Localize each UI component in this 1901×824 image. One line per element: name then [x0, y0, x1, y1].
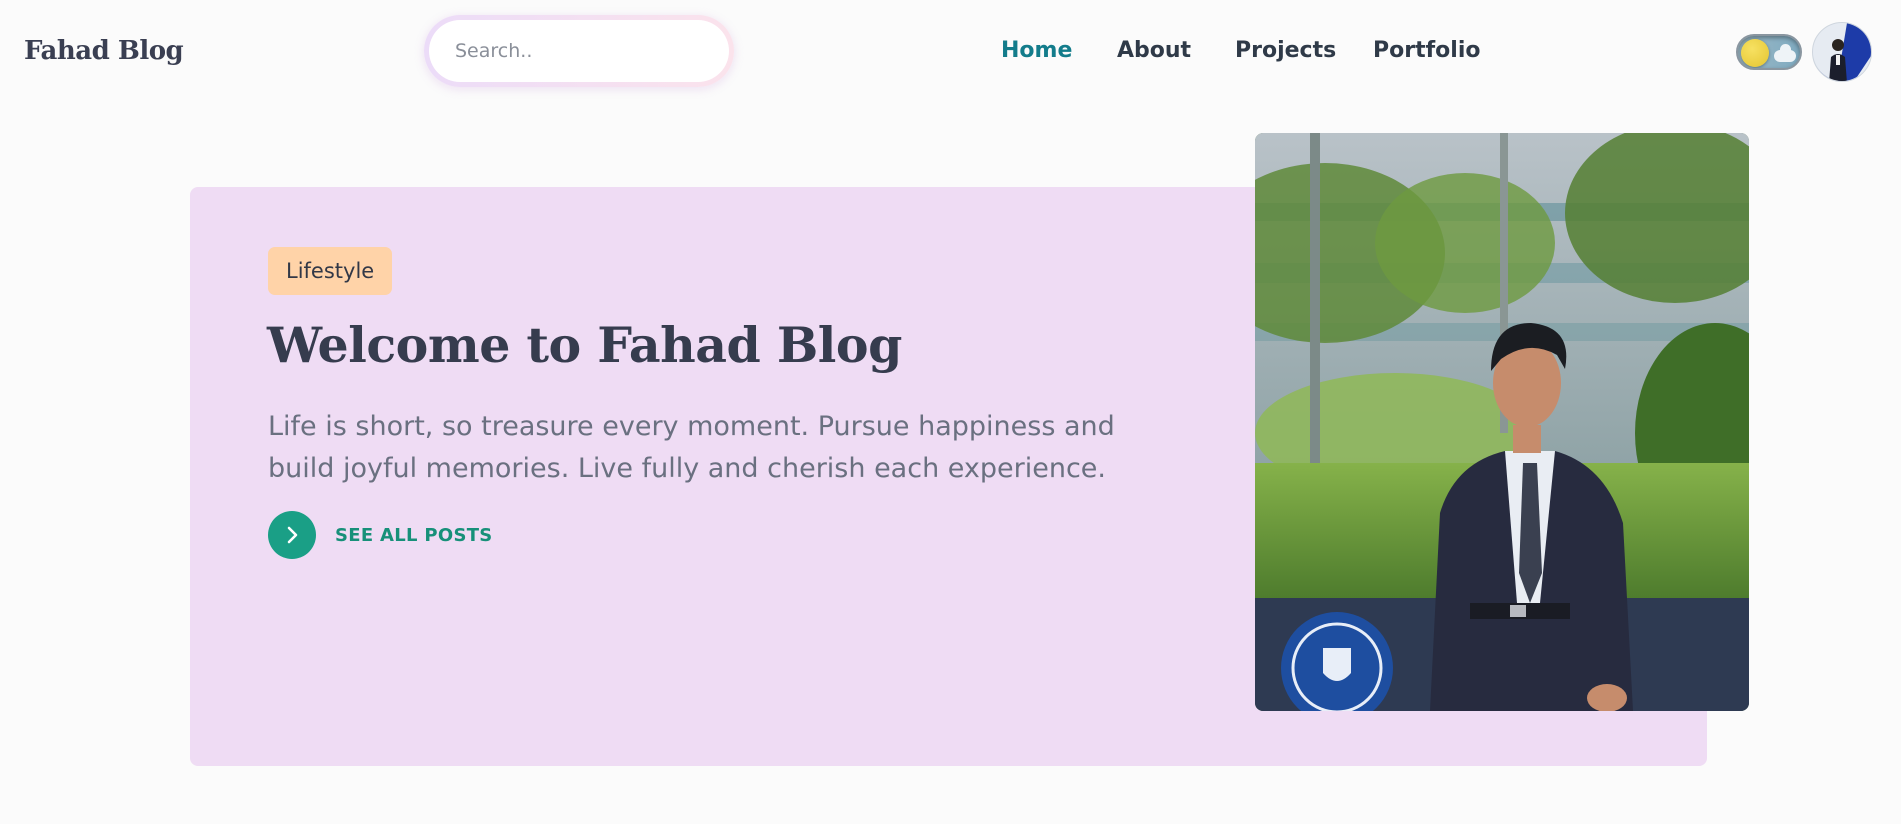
category-badge[interactable]: Lifestyle: [268, 247, 393, 295]
cta-label: SEE ALL POSTS: [335, 524, 493, 546]
chevron-right-icon: [287, 526, 298, 544]
nav-link-portfolio[interactable]: Portfolio: [1373, 38, 1481, 63]
photo-illustration: [1255, 133, 1749, 711]
nav-link-projects[interactable]: Projects: [1235, 38, 1336, 63]
nav-link-home[interactable]: Home: [1001, 38, 1072, 63]
theme-toggle[interactable]: [1736, 34, 1802, 70]
main-nav: Home About Projects Portfolio: [0, 38, 1901, 72]
cloud-icon: [1774, 44, 1796, 62]
cta-circle: [268, 511, 316, 559]
see-all-posts-button[interactable]: SEE ALL POSTS: [268, 511, 493, 559]
sun-icon: [1741, 39, 1769, 67]
hero-description: Life is short, so treasure every moment.…: [268, 411, 1115, 484]
portrait-photo: [1255, 133, 1749, 711]
nav-link-about[interactable]: About: [1117, 38, 1191, 63]
hero-title: Welcome to Fahad Blog: [267, 316, 902, 374]
avatar-image: [1813, 23, 1871, 81]
user-avatar[interactable]: [1812, 22, 1872, 82]
